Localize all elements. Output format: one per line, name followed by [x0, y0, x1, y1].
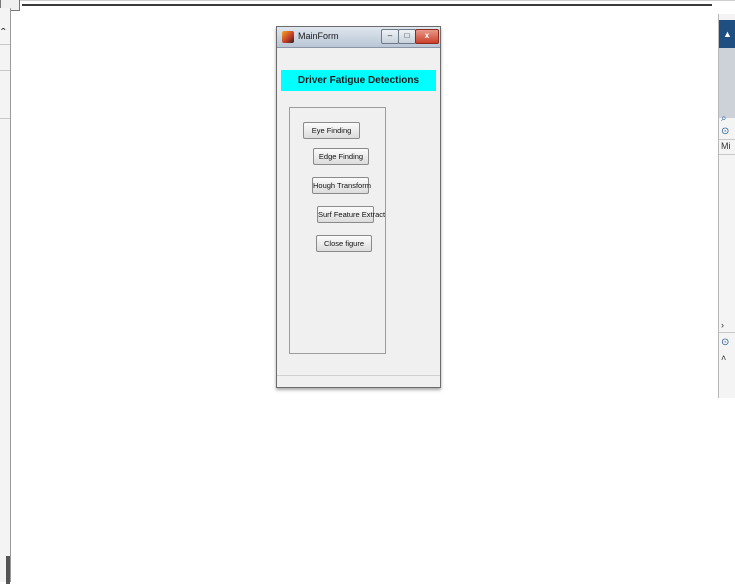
window-title: MainForm: [298, 31, 339, 41]
top-border-line: [0, 0, 735, 1]
banner-text: Driver Fatigue Detections: [297, 75, 420, 86]
background-top-border: [0, 0, 735, 8]
close-button[interactable]: x: [415, 29, 439, 44]
left-panel-divider: [0, 44, 10, 45]
upload-arrow-icon: ▲: [723, 29, 732, 39]
right-panel-block: [719, 48, 735, 118]
window-bottom-edge: [277, 375, 440, 376]
title-bar[interactable]: MainForm – □ x: [277, 27, 440, 48]
left-panel-divider: [0, 118, 10, 119]
matlab-icon: [282, 31, 294, 43]
right-panel-label: Mi: [721, 141, 731, 151]
right-panel-header[interactable]: ▲: [719, 20, 735, 48]
minimize-button[interactable]: –: [381, 29, 399, 44]
left-panel-divider: [0, 70, 10, 71]
expand-arrow-icon[interactable]: ›: [721, 320, 724, 330]
right-panel-divider: [719, 139, 735, 140]
right-panel-divider: [719, 332, 735, 333]
top-divider-line: [22, 4, 712, 6]
left-side-panel: ˆ: [0, 8, 11, 584]
mainform-window: MainForm – □ x Driver Fatigue Detections…: [276, 26, 441, 388]
maximize-button[interactable]: □: [398, 29, 416, 44]
search-icon[interactable]: ⌕: [721, 113, 727, 124]
dropdown-icon[interactable]: ⊙: [721, 337, 729, 348]
button-panel: Eye Finding Edge Finding Hough Transform…: [289, 107, 386, 354]
up-arrow-icon[interactable]: ˄: [721, 353, 726, 363]
surf-feature-extract-button[interactable]: Surf Feature Extract: [317, 206, 385, 223]
hough-transform-button[interactable]: Hough Transform: [312, 177, 371, 194]
title-banner: Driver Fatigue Detections: [281, 70, 436, 91]
eye-finding-button[interactable]: Eye Finding: [303, 122, 360, 139]
edge-finding-button[interactable]: Edge Finding: [313, 148, 369, 165]
right-side-panel: ▲ ⌕ ⊙ Mi › ⊙ ˄: [718, 14, 735, 398]
collapse-caret-icon[interactable]: ˆ: [1, 26, 6, 40]
left-scroll-handle[interactable]: [6, 556, 10, 584]
close-figure-button[interactable]: Close figure: [316, 235, 372, 252]
dropdown-icon[interactable]: ⊙: [721, 126, 729, 137]
right-panel-divider: [719, 154, 735, 155]
